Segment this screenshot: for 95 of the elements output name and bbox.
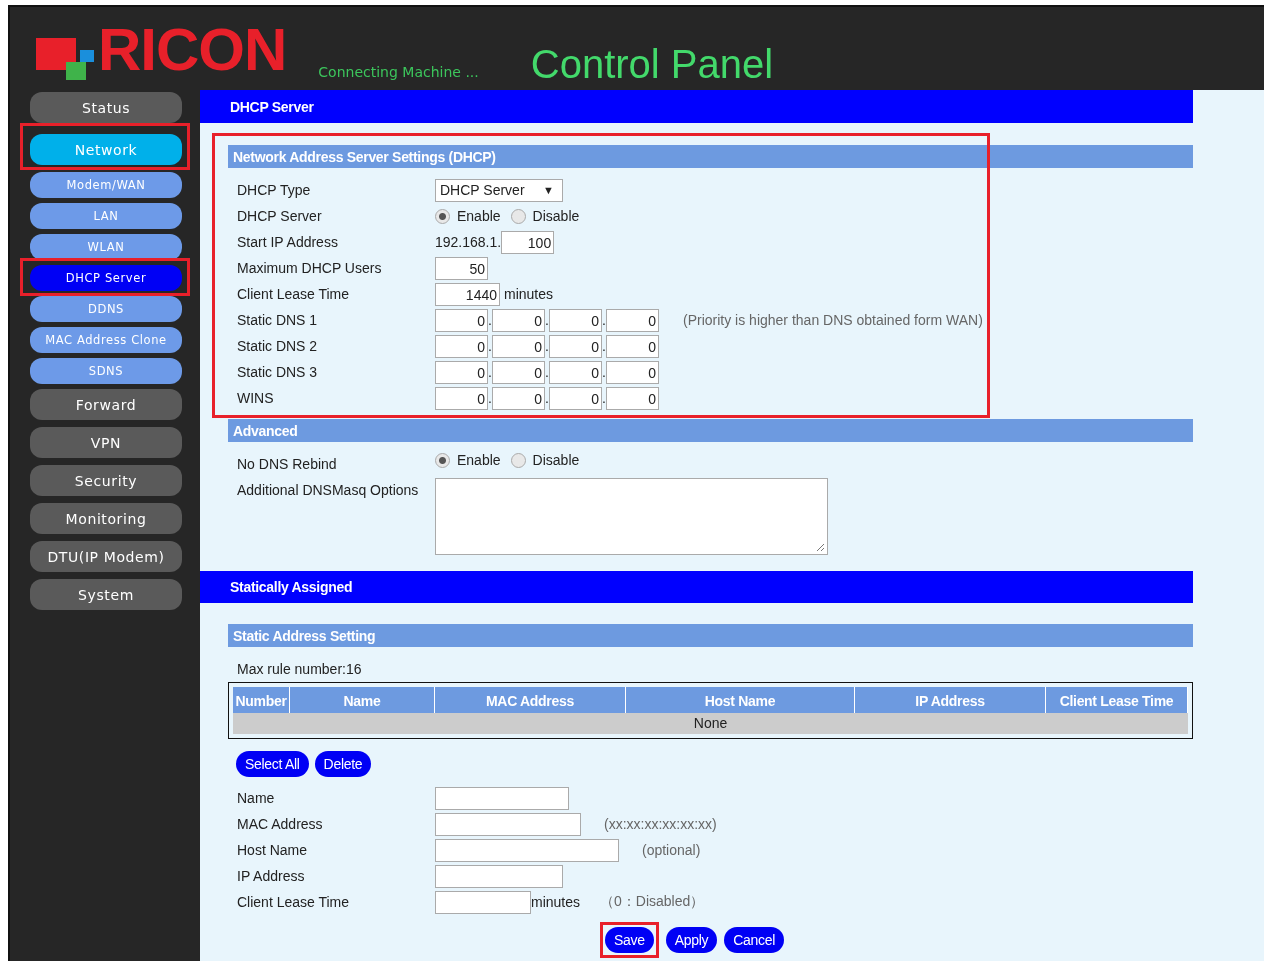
ip-octet-field[interactable]: 0 xyxy=(492,308,545,332)
form-button[interactable]: Cancel xyxy=(724,927,785,953)
radio-button[interactable] xyxy=(510,452,526,468)
brand-logo-text: RICON xyxy=(98,20,287,80)
ip-octet-field[interactable]: 0 xyxy=(549,360,602,384)
radio-button[interactable] xyxy=(435,452,450,468)
resize-grip-icon xyxy=(815,542,825,552)
panel-title: Control Panel xyxy=(530,44,774,84)
options-textarea[interactable] xyxy=(435,478,828,555)
ip-dot: . xyxy=(545,312,549,328)
ip-octet-field[interactable]: 0 xyxy=(435,360,488,384)
action-button[interactable]: Select All xyxy=(236,751,309,777)
hint-text: (optional) xyxy=(642,842,701,858)
ip-octet-field[interactable]: 0 xyxy=(435,334,488,358)
radio-button[interactable] xyxy=(510,208,526,224)
sidebar-item[interactable]: DTU(IP Modem) xyxy=(30,541,182,572)
save-button[interactable]: Save xyxy=(605,927,654,953)
sidebar-item[interactable]: Forward xyxy=(30,389,182,420)
field-label: DHCP Type xyxy=(237,182,312,198)
ip-dot: . xyxy=(602,338,606,354)
section-header: Advanced xyxy=(228,419,1193,442)
ip-dot: . xyxy=(602,312,606,328)
field-label: Client Lease Time xyxy=(237,286,351,302)
ip-dot: . xyxy=(545,364,549,380)
section-header: Static Address Setting xyxy=(228,624,1193,647)
field-label: Additional DNSMasq Options xyxy=(237,481,420,498)
ip-octet-field[interactable]: 0 xyxy=(492,334,545,358)
page-title-bar: DHCP Server xyxy=(200,90,1193,123)
input-field[interactable] xyxy=(435,838,619,862)
sidebar-item[interactable]: Status xyxy=(30,92,182,123)
unit-label: minutes xyxy=(504,286,554,302)
ip-octet-field[interactable]: 0 xyxy=(606,308,659,332)
field-label: Static DNS 2 xyxy=(237,338,319,354)
section-header: Network Address Server Settings (DHCP) xyxy=(228,145,1193,168)
ip-octet-field[interactable]: 0 xyxy=(435,308,488,332)
ip-octet-field[interactable]: 0 xyxy=(492,386,545,410)
dhcp-type-select[interactable]: DHCP Server ▼ xyxy=(435,178,563,202)
input-field[interactable] xyxy=(435,890,531,914)
ip-dot: . xyxy=(488,312,492,328)
ip-octet-field[interactable]: 0 xyxy=(549,308,602,332)
ip-prefix: 192.168.1. xyxy=(435,234,502,250)
tagline: Connecting Machine ... xyxy=(318,64,479,80)
radio-label: Disable xyxy=(532,452,580,468)
input-field[interactable]: 1440 xyxy=(435,282,500,306)
sidebar-item[interactable]: DHCP Server xyxy=(30,265,182,291)
field-label: No DNS Rebind xyxy=(237,455,338,472)
radio-label: Disable xyxy=(532,208,580,224)
sidebar-item[interactable]: Security xyxy=(30,465,182,496)
logo-icon xyxy=(36,36,94,82)
empty-row: None xyxy=(233,713,1188,734)
priority-note: (Priority is higher than DNS obtained form WAN) xyxy=(683,312,983,328)
ip-octet-field[interactable]: 0 xyxy=(606,334,659,358)
ip-dot: . xyxy=(488,338,492,354)
field-label: Static DNS 3 xyxy=(237,364,319,380)
hint-text: （0：Disabled） xyxy=(600,893,705,911)
ip-dot: . xyxy=(488,364,492,380)
field-label: Static DNS 1 xyxy=(237,312,319,328)
field-label: Name xyxy=(237,790,276,806)
unit-label: minutes xyxy=(531,894,581,910)
sidebar-item[interactable]: VPN xyxy=(30,427,182,458)
field-label: WINS xyxy=(237,390,275,406)
field-label: Host Name xyxy=(237,842,309,858)
max-rule-text: Max rule number:16 xyxy=(236,660,363,679)
ip-dot: . xyxy=(545,390,549,406)
hint-text: (xx:xx:xx:xx:xx:xx) xyxy=(604,816,717,832)
form-button[interactable]: Apply xyxy=(665,927,718,953)
caret-icon: ▼ xyxy=(543,184,554,196)
field-label: Client Lease Time xyxy=(237,894,351,910)
ip-octet-field[interactable]: 0 xyxy=(606,360,659,384)
ip-dot: . xyxy=(602,390,606,406)
field-label: IP Address xyxy=(237,868,306,884)
input-field[interactable] xyxy=(435,864,563,888)
field-label: MAC Address xyxy=(237,816,324,832)
ip-octet-field[interactable]: 0 xyxy=(549,334,602,358)
ip-dot: . xyxy=(545,338,549,354)
action-button[interactable]: Delete xyxy=(314,751,372,777)
ip-dot: . xyxy=(488,390,492,406)
input-field[interactable] xyxy=(435,786,569,810)
input-field[interactable]: 50 xyxy=(435,256,488,280)
sidebar-item[interactable]: Monitoring xyxy=(30,503,182,534)
field-label: Start IP Address xyxy=(237,234,339,250)
radio-label: Enable xyxy=(457,452,501,468)
field-label: DHCP Server xyxy=(237,208,323,224)
input-field[interactable]: 100 xyxy=(501,230,555,254)
ip-octet-field[interactable]: 0 xyxy=(435,386,488,410)
input-field[interactable] xyxy=(435,812,581,836)
sidebar-item[interactable]: System xyxy=(30,579,182,610)
ip-dot: . xyxy=(602,364,606,380)
radio-label: Enable xyxy=(457,208,501,224)
ip-octet-field[interactable]: 0 xyxy=(549,386,602,410)
section-title-bar: Statically Assigned xyxy=(200,571,1193,603)
radio-button[interactable] xyxy=(435,208,450,224)
ip-octet-field[interactable]: 0 xyxy=(492,360,545,384)
field-label: Maximum DHCP Users xyxy=(237,260,383,276)
ip-octet-field[interactable]: 0 xyxy=(606,386,659,410)
